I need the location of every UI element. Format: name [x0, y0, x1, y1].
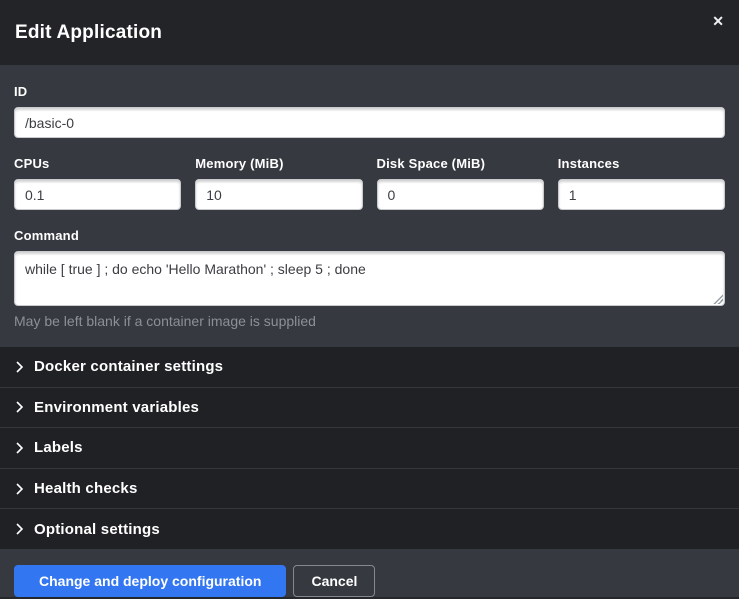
section-optional-settings[interactable]: Optional settings: [0, 509, 739, 549]
instances-field-group: Instances: [558, 156, 725, 210]
section-health-checks[interactable]: Health checks: [0, 469, 739, 510]
modal-title: Edit Application: [15, 22, 162, 44]
close-icon[interactable]: ✕: [712, 14, 724, 28]
chevron-right-icon: [15, 483, 24, 495]
section-label: Environment variables: [34, 399, 199, 416]
id-field-group: ID: [14, 84, 725, 138]
disk-input[interactable]: [377, 179, 544, 210]
section-docker-container-settings[interactable]: Docker container settings: [0, 347, 739, 388]
section-environment-variables[interactable]: Environment variables: [0, 388, 739, 429]
disk-field-group: Disk Space (MiB): [377, 156, 544, 210]
cpus-field-group: CPUs: [14, 156, 181, 210]
section-label: Labels: [34, 439, 83, 456]
resources-row: CPUs Memory (MiB) Disk Space (MiB) Insta…: [14, 156, 725, 210]
command-textarea[interactable]: while [ true ] ; do echo 'Hello Marathon…: [14, 251, 725, 306]
change-and-deploy-button[interactable]: Change and deploy configuration: [14, 565, 286, 597]
modal-header: Edit Application ✕: [0, 0, 739, 65]
memory-field-group: Memory (MiB): [195, 156, 362, 210]
modal-form: ID CPUs Memory (MiB) Disk Space (MiB) In…: [0, 65, 739, 347]
instances-label: Instances: [558, 156, 725, 171]
command-field-group: Command while [ true ] ; do echo 'Hello …: [14, 228, 725, 329]
chevron-right-icon: [15, 401, 24, 413]
chevron-right-icon: [15, 523, 24, 535]
section-label: Health checks: [34, 480, 137, 497]
memory-input[interactable]: [195, 179, 362, 210]
memory-label: Memory (MiB): [195, 156, 362, 171]
section-label: Docker container settings: [34, 358, 223, 375]
cpus-input[interactable]: [14, 179, 181, 210]
cancel-button[interactable]: Cancel: [293, 565, 375, 597]
id-label: ID: [14, 84, 725, 99]
instances-input[interactable]: [558, 179, 725, 210]
modal-footer: Change and deploy configuration Cancel: [0, 549, 739, 599]
chevron-right-icon: [15, 442, 24, 454]
chevron-right-icon: [15, 361, 24, 373]
command-help-text: May be left blank if a container image i…: [14, 313, 725, 329]
command-label: Command: [14, 228, 725, 243]
section-label: Optional settings: [34, 521, 160, 538]
section-labels[interactable]: Labels: [0, 428, 739, 469]
id-input[interactable]: [14, 107, 725, 138]
edit-application-modal: Edit Application ✕ ID CPUs Memory (MiB) …: [0, 0, 739, 599]
disk-label: Disk Space (MiB): [377, 156, 544, 171]
cpus-label: CPUs: [14, 156, 181, 171]
accordion-sections: Docker container settings Environment va…: [0, 347, 739, 549]
